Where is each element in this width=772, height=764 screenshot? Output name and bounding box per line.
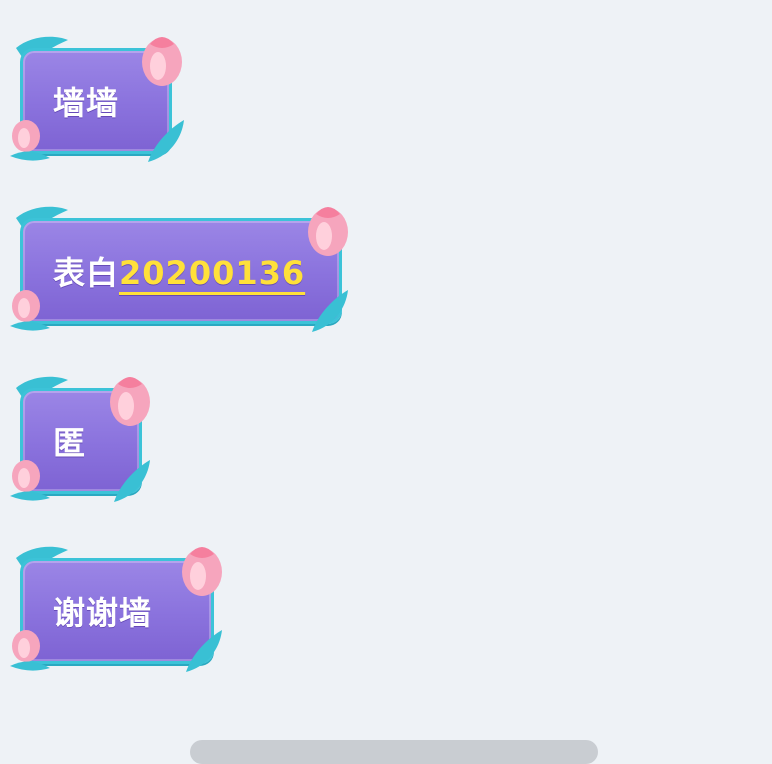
message-bubble[interactable]: 匿 [10,376,150,502]
number-link[interactable]: 20200136 [119,254,305,292]
message-text: 匿 [53,424,87,462]
message-text: 墙墙 [53,84,120,122]
message-text: 表白20200136 [53,248,305,294]
message-bubble[interactable]: 墙墙 [10,36,184,162]
message-text: 谢谢墙 [53,594,153,632]
bubble-body: 匿 [20,388,142,494]
chat-area: 墙墙 表白20200136 匿 谢谢墙 [0,0,772,764]
message-bubble[interactable]: 表白20200136 [10,206,350,332]
bubble-body: 表白20200136 [20,218,342,324]
bubble-body: 墙墙 [20,48,172,154]
message-prefix: 表白 [53,254,120,292]
message-bubble[interactable]: 谢谢墙 [10,546,222,672]
bottom-scroll-handle[interactable] [190,740,598,764]
bubble-body: 谢谢墙 [20,558,214,664]
